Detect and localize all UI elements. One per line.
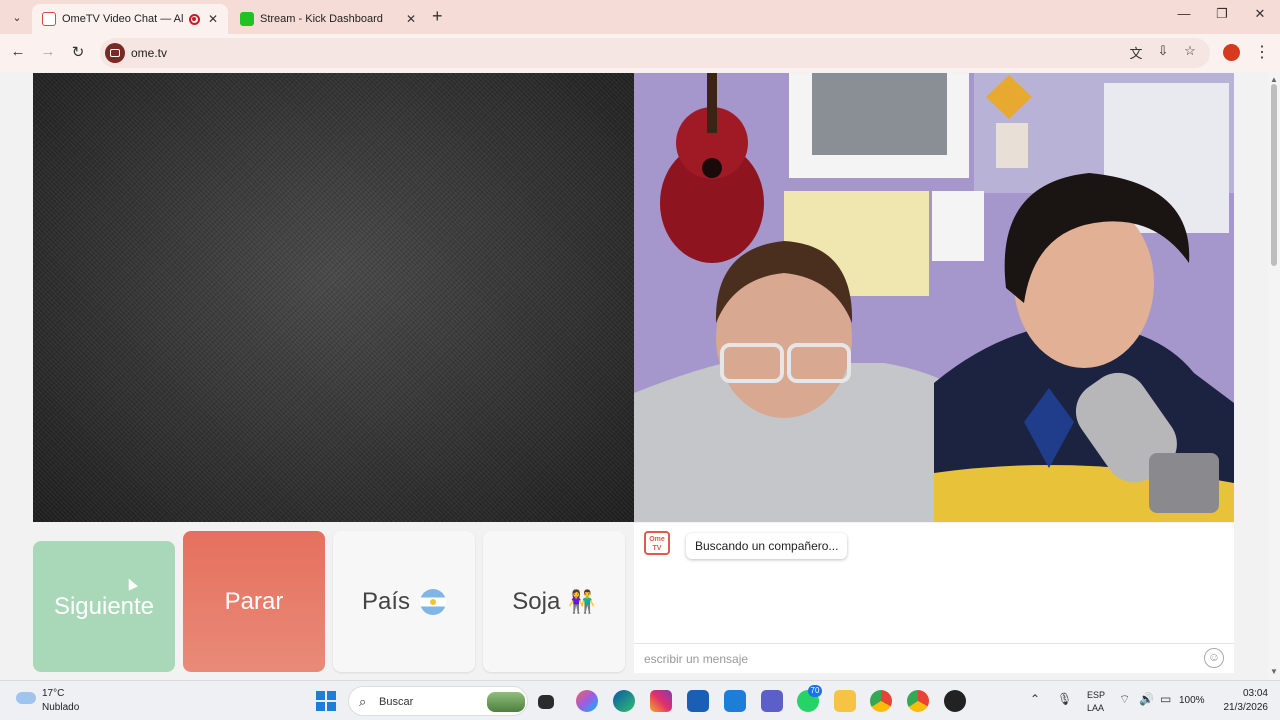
tab-bar: ⌄ OmeTV Video Chat — Alter ✕ Stream - Ki… <box>0 0 1280 34</box>
edge-app-icon[interactable] <box>613 690 635 712</box>
couple-icon: 👫 <box>568 588 596 614</box>
country-button[interactable]: País <box>333 531 475 672</box>
instagram-app-icon[interactable] <box>650 690 672 712</box>
kick-favicon-icon <box>240 12 254 26</box>
address-bar[interactable]: ome.tv <box>100 38 1210 68</box>
tab-ometv-label: OmeTV Video Chat — Alter <box>62 13 183 25</box>
browser-toolbar: ← → ↻ ome.tv 文 ⇩ ☆ ⋮ <box>0 34 1280 72</box>
minimize-icon[interactable]: — <box>1172 6 1196 21</box>
country-button-label: País <box>361 587 411 615</box>
taskbar-search-label: Buscar <box>379 696 414 708</box>
folder-app-icon[interactable] <box>834 690 856 712</box>
ometv-logo-icon: Ome TV <box>644 531 670 555</box>
chevron-up-icon[interactable]: ⌃ <box>1030 692 1040 706</box>
weather-temp[interactable]: 17°C <box>42 688 64 699</box>
tab-ometv[interactable]: OmeTV Video Chat — Alter ✕ <box>32 4 228 34</box>
store-app-icon[interactable] <box>687 690 709 712</box>
start-button[interactable] <box>316 691 336 711</box>
tab-kick-label: Stream - Kick Dashboard <box>260 13 383 25</box>
site-info-icon[interactable] <box>105 43 125 63</box>
status-message: Buscando un compañero... <box>686 533 848 559</box>
window-close-icon[interactable]: ✕ <box>1248 6 1272 22</box>
gender-button-label: Soja <box>512 587 561 615</box>
obs-app-icon[interactable] <box>944 690 966 712</box>
forward-icon[interactable]: → <box>38 43 58 60</box>
microphone-icon[interactable]: 🎙 <box>1057 692 1072 706</box>
new-tab-icon[interactable]: + <box>432 6 443 27</box>
weather-desc[interactable]: Nublado <box>42 702 79 713</box>
search-icon: ⌕ <box>359 694 367 709</box>
battery-icon[interactable]: ▭ <box>1160 692 1171 706</box>
ometv-favicon-icon <box>42 12 56 26</box>
next-button[interactable]: Siguiente <box>33 541 175 672</box>
reload-icon[interactable]: ↻ <box>68 43 88 61</box>
clock-date[interactable]: 21/3/2026 <box>1216 702 1269 713</box>
file-manager-app-icon[interactable] <box>538 695 554 709</box>
self-camera-feed <box>634 73 1234 522</box>
ometv-page: Siguiente Parar País Soja 👫 Ome TV Busca… <box>0 72 1268 680</box>
scroll-up-icon[interactable]: ▲ <box>1270 75 1278 84</box>
stop-button-label: Parar <box>224 587 284 615</box>
bookmark-star-icon[interactable]: ☆ <box>1181 43 1199 59</box>
battery-percent: 100% <box>1179 695 1205 706</box>
tab-search-dropdown-icon[interactable]: ⌄ <box>6 6 28 28</box>
stop-button[interactable]: Parar <box>183 531 325 672</box>
tab-kick[interactable]: Stream - Kick Dashboard ✕ <box>230 4 426 34</box>
scroll-thumb[interactable] <box>1271 84 1277 266</box>
search-highlight-image <box>487 692 525 712</box>
volume-icon[interactable]: 🔊 <box>1139 692 1154 706</box>
chrome-profile-app-icon[interactable] <box>907 690 929 712</box>
argentina-flag-icon <box>420 588 447 615</box>
page-scrollbar[interactable]: ▲ ▼ <box>1268 72 1280 680</box>
copilot-app-icon[interactable] <box>576 690 598 712</box>
clock-time[interactable]: 03:04 <box>1238 688 1268 699</box>
outlook-app-icon[interactable] <box>724 690 746 712</box>
back-icon[interactable]: ← <box>8 43 28 60</box>
install-app-icon[interactable]: ⇩ <box>1154 43 1172 59</box>
taskbar: 17°C Nublado ⌕ Buscar 70 ⌃ 🎙 ESP LAA ⌔ 🔊… <box>0 680 1280 720</box>
stranger-video-feed <box>33 73 634 522</box>
next-button-label: Siguiente <box>53 592 155 620</box>
recording-icon <box>188 13 200 25</box>
profile-avatar[interactable] <box>1223 44 1240 61</box>
message-input[interactable] <box>634 643 1234 673</box>
keyboard-layout[interactable]: LAA <box>1087 703 1104 713</box>
whatsapp-badge: 70 <box>808 685 822 697</box>
url-text: ome.tv <box>131 46 168 60</box>
chat-panel: Ome TV Buscando un compañero... ☺ <box>634 523 1234 673</box>
cloud-icon[interactable] <box>16 692 36 704</box>
translate-icon[interactable]: 文 <box>1127 43 1145 62</box>
chrome-app-icon[interactable] <box>870 690 892 712</box>
restore-icon[interactable]: ❐ <box>1210 6 1234 22</box>
teams-app-icon[interactable] <box>761 690 783 712</box>
close-tab-icon[interactable]: ✕ <box>406 12 416 26</box>
wifi-icon[interactable]: ⌔ <box>1119 692 1130 707</box>
language-code[interactable]: ESP <box>1087 690 1105 700</box>
camera-scene-image <box>634 73 1234 522</box>
emoji-icon[interactable]: ☺ <box>1204 648 1224 668</box>
taskbar-search[interactable]: ⌕ Buscar <box>348 686 528 716</box>
menu-kebab-icon[interactable]: ⋮ <box>1254 42 1270 62</box>
scroll-down-icon[interactable]: ▼ <box>1270 667 1278 676</box>
close-tab-icon[interactable]: ✕ <box>208 12 218 26</box>
gender-button[interactable]: Soja 👫 <box>483 531 625 672</box>
